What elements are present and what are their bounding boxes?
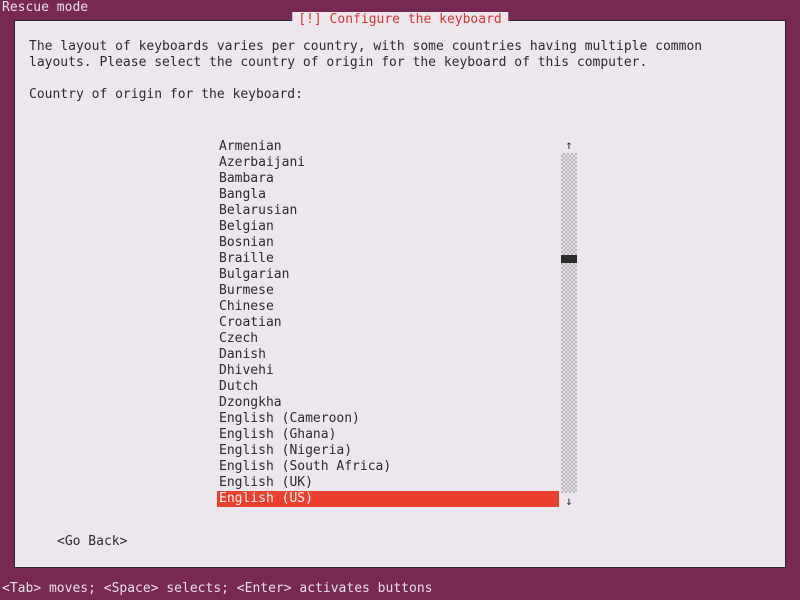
scroll-up-icon[interactable]: ↑ bbox=[565, 139, 573, 151]
configure-keyboard-dialog: [!] Configure the keyboard The layout of… bbox=[14, 20, 786, 568]
list-item[interactable]: English (US) bbox=[217, 491, 559, 507]
dialog-title: [!] Configure the keyboard bbox=[292, 12, 508, 27]
dialog-prompt: Country of origin for the keyboard: bbox=[29, 87, 771, 102]
dialog-description: The layout of keyboards varies per count… bbox=[29, 39, 771, 71]
list-item[interactable]: Croatian bbox=[217, 315, 559, 331]
list-item[interactable]: English (Cameroon) bbox=[217, 411, 559, 427]
list-item[interactable]: Chinese bbox=[217, 299, 559, 315]
mode-label: Rescue mode bbox=[2, 0, 88, 15]
list-item[interactable]: English (South Africa) bbox=[217, 459, 559, 475]
footer-hint: <Tab> moves; <Space> selects; <Enter> ac… bbox=[2, 581, 432, 596]
list-item[interactable]: Bangla bbox=[217, 187, 559, 203]
list-item[interactable]: Dzongkha bbox=[217, 395, 559, 411]
list-item[interactable]: English (UK) bbox=[217, 475, 559, 491]
keyboard-origin-list[interactable]: ArmenianAzerbaijaniBambaraBanglaBelarusi… bbox=[217, 139, 589, 515]
list-item[interactable]: Danish bbox=[217, 347, 559, 363]
dialog-body: The layout of keyboards varies per count… bbox=[15, 21, 785, 102]
go-back-button[interactable]: <Go Back> bbox=[57, 534, 127, 549]
list-item[interactable]: Braille bbox=[217, 251, 559, 267]
scroll-down-icon[interactable]: ↓ bbox=[565, 495, 573, 507]
list-item[interactable]: Dutch bbox=[217, 379, 559, 395]
list-item[interactable]: Bambara bbox=[217, 171, 559, 187]
list-item[interactable]: Azerbaijani bbox=[217, 155, 559, 171]
scrollbar-thumb[interactable] bbox=[561, 255, 577, 263]
list-item[interactable]: Belarusian bbox=[217, 203, 559, 219]
scrollbar[interactable]: ↑ ↓ bbox=[561, 139, 579, 507]
list-item[interactable]: Burmese bbox=[217, 283, 559, 299]
list-item[interactable]: Armenian bbox=[217, 139, 559, 155]
list-item[interactable]: Bulgarian bbox=[217, 267, 559, 283]
list-item[interactable]: Czech bbox=[217, 331, 559, 347]
list-item[interactable]: English (Ghana) bbox=[217, 427, 559, 443]
scrollbar-track[interactable] bbox=[561, 153, 577, 493]
list-item[interactable]: English (Nigeria) bbox=[217, 443, 559, 459]
list-item[interactable]: Bosnian bbox=[217, 235, 559, 251]
list-item[interactable]: Belgian bbox=[217, 219, 559, 235]
list-item[interactable]: Dhivehi bbox=[217, 363, 559, 379]
